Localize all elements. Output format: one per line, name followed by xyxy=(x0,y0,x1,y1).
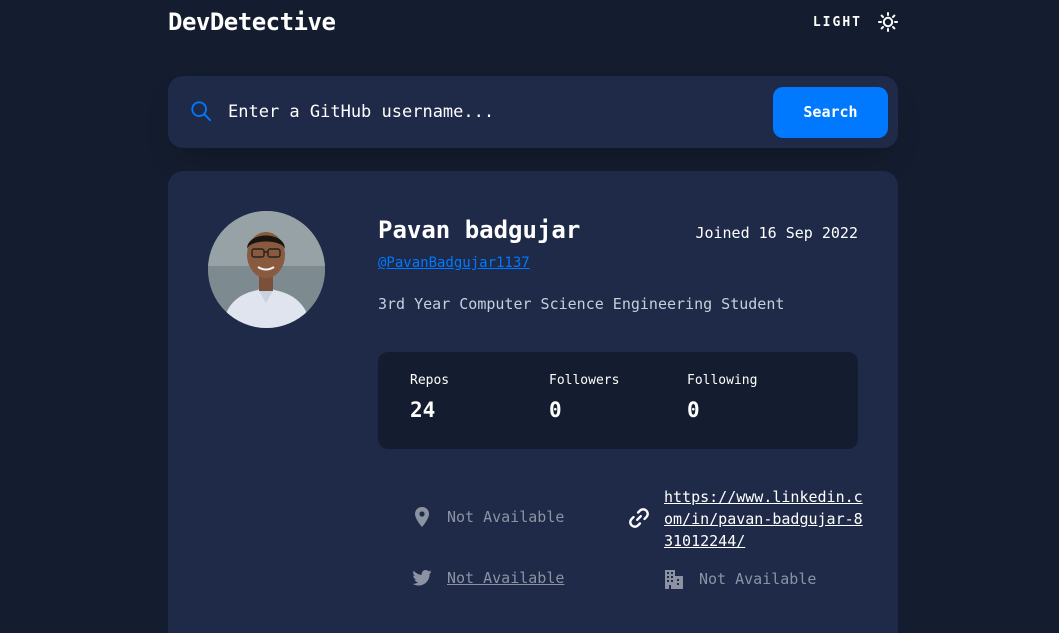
header: DevDetective LIGHT xyxy=(168,6,898,38)
stat-following: Following 0 xyxy=(687,373,757,422)
stat-label: Followers xyxy=(549,373,620,388)
search-icon xyxy=(190,100,214,124)
twitter-row: Not Available xyxy=(412,569,564,587)
stat-value: 0 xyxy=(687,398,700,422)
stat-label: Following xyxy=(687,373,758,388)
theme-toggle-label: LIGHT xyxy=(812,14,862,30)
building-icon xyxy=(664,569,684,589)
website-link[interactable]: https://www.linkedin.com/in/pavan-badguj… xyxy=(664,486,864,552)
link-icon xyxy=(628,507,650,529)
company-row: Not Available xyxy=(664,569,816,589)
location-pin-icon xyxy=(412,507,432,527)
search-input[interactable] xyxy=(228,102,773,122)
stat-value: 0 xyxy=(549,398,562,422)
twitter-link[interactable]: Not Available xyxy=(447,569,564,587)
stat-followers: Followers 0 xyxy=(549,373,619,422)
search-bar: Search xyxy=(168,76,898,148)
stat-repos: Repos 24 xyxy=(410,373,449,422)
joined-date: Joined 16 Sep 2022 xyxy=(695,224,858,242)
company-text: Not Available xyxy=(699,570,817,588)
profile-login-link[interactable]: @PavanBadgujar1137 xyxy=(378,255,530,271)
stat-value: 24 xyxy=(410,398,436,422)
search-button[interactable]: Search xyxy=(773,86,888,138)
profile-name: Pavan badgujar xyxy=(378,216,581,244)
avatar xyxy=(208,211,325,328)
stat-label: Repos xyxy=(410,373,450,388)
profile-bio: 3rd Year Computer Science Engineering St… xyxy=(378,295,785,313)
app-logo: DevDetective xyxy=(168,8,336,36)
profile-card: Pavan badgujar Joined 16 Sep 2022 @Pavan… xyxy=(168,171,898,633)
location-row: Not Available xyxy=(412,507,564,527)
twitter-icon xyxy=(412,570,432,586)
sun-icon xyxy=(878,12,898,32)
location-text: Not Available xyxy=(447,508,565,526)
stats-panel: Repos 24 Followers 0 Following 0 xyxy=(378,352,858,449)
theme-toggle-button[interactable]: LIGHT xyxy=(813,12,898,32)
